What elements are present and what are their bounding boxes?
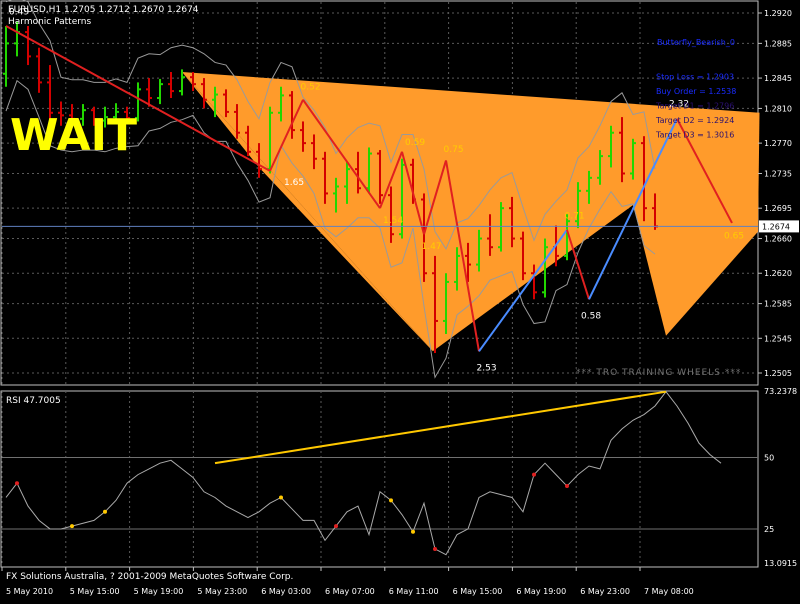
chart-window: 0.49 1.65 0.52 1.54 0.59 1.47 0.75 2.53 0.71 0.58…	[0, 0, 800, 600]
price-tick-label: 1.2505	[764, 369, 792, 378]
rsi-trendline	[214, 390, 667, 465]
price-tick-label: 1.2695	[764, 204, 792, 213]
time-tick-label: 5 May 23:00	[197, 587, 247, 596]
ratio-label: 0.52	[301, 82, 321, 92]
rsi-title: RSI 47.7005	[6, 396, 61, 406]
rsi-trough-dot	[279, 495, 283, 500]
ohlc-bar	[25, 26, 31, 66]
current-price-label: 1.2674	[762, 222, 790, 231]
info-line: Target D3 = 1.3016	[655, 131, 734, 140]
rsi-trough-dot	[389, 498, 393, 503]
time-tick-label: 6 May 07:00	[325, 587, 375, 596]
time-tick-label: 5 May 15:00	[70, 587, 120, 596]
rsi-peak-dot	[565, 484, 569, 489]
ratio-label: 1.47	[422, 242, 442, 252]
rsi-trough-dot	[70, 524, 74, 529]
time-tick-label: 6 May 03:00	[261, 587, 311, 596]
time-tick-label: 6 May 19:00	[516, 587, 566, 596]
ratio-label: 0.75	[444, 145, 464, 155]
ratio-label: 0.65	[724, 232, 744, 242]
rsi-tick-label: 73.2378	[764, 387, 797, 396]
time-tick-label: 6 May 11:00	[389, 587, 439, 596]
price-tick-label: 1.2885	[764, 39, 792, 48]
price-tick-label: 1.2845	[764, 74, 792, 83]
price-tick-label: 1.2920	[764, 9, 792, 18]
ratio-label: 0.59	[405, 138, 425, 148]
ohlc-bar	[36, 47, 42, 93]
ohlc-bar	[168, 71, 174, 99]
rsi-trough-dot	[411, 529, 415, 534]
info-line: Target D1 = 1.2796	[655, 102, 734, 111]
rsi-trough-dot	[103, 509, 107, 514]
rsi-peak-dot	[15, 481, 19, 486]
ratio-label: 1.54	[383, 216, 403, 226]
chart-canvas[interactable]: 0.491.650.521.540.591.470.752.530.710.58…	[0, 0, 800, 600]
signal-text: WAIT	[10, 110, 137, 161]
price-tick-label: 1.2810	[764, 104, 792, 113]
info-panel: Butterfly_Bearish_0 Stop Loss = 1.2903 Buy…	[655, 38, 736, 140]
ratio-label: 0.71	[565, 212, 585, 222]
symbol-header: EURUSD,H1 1.2705 1.2712 1.2670 1.2674	[8, 5, 199, 15]
info-line: Butterfly_Bearish_0	[657, 38, 735, 47]
copyright: FX Solutions Australia, ? 2001-2009 Meta…	[6, 572, 293, 582]
rsi-peak-dot	[334, 524, 338, 529]
time-tick-label: 5 May 2010	[6, 587, 53, 596]
time-tick-label: 7 May 08:00	[644, 587, 694, 596]
rsi-tick-label: 25	[764, 525, 774, 534]
ratio-label: 0.58	[581, 311, 601, 321]
price-tick-label: 1.2660	[764, 235, 792, 244]
info-line: Target D2 = 1.2924	[655, 116, 734, 125]
rsi-tick-label: 50	[764, 453, 774, 462]
rsi-peak-dot	[532, 472, 536, 477]
watermark: *** TRO TRAINING WHEELS ***	[576, 368, 741, 378]
time-tick-label: 5 May 19:00	[134, 587, 184, 596]
info-line: Buy Order = 1.2538	[656, 87, 736, 96]
indicator-name: Harmonic Patterns	[8, 17, 91, 27]
rsi-line	[5, 390, 722, 556]
rsi-tick-label: 13.0915	[764, 559, 797, 568]
price-tick-label: 1.2735	[764, 169, 792, 178]
price-tick-label: 1.2770	[764, 139, 792, 148]
time-tick-label: 6 May 23:00	[580, 587, 630, 596]
price-tick-label: 1.2545	[764, 334, 792, 343]
price-tick-label: 1.2585	[764, 300, 792, 309]
info-line: Stop Loss = 1.2903	[656, 73, 734, 82]
ohlc-bar	[157, 78, 163, 105]
ratio-label: 1.65	[284, 178, 304, 188]
ratio-label: 2.53	[477, 363, 497, 373]
price-tick-label: 1.2620	[764, 269, 792, 278]
time-tick-label: 6 May 15:00	[453, 587, 503, 596]
rsi-panel-frame	[0, 390, 759, 568]
rsi-peak-dot	[433, 546, 437, 551]
